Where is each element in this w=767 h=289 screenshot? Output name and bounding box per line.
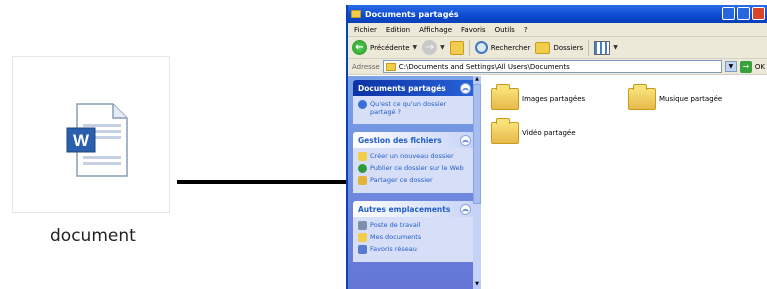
menu-affichage[interactable]: Affichage bbox=[419, 26, 452, 34]
task-link[interactable]: Mes documents bbox=[358, 233, 471, 242]
back-button[interactable]: ← Précédente ▼ bbox=[352, 40, 417, 55]
forward-arrow-icon: → bbox=[422, 40, 438, 55]
task-label: Partager ce dossier bbox=[370, 176, 433, 184]
share-folder-icon bbox=[358, 176, 367, 185]
task-label: Créer un nouveau dossier bbox=[370, 152, 454, 160]
close-button[interactable] bbox=[752, 7, 765, 20]
go-label[interactable]: OK bbox=[755, 63, 767, 71]
content-area: Documents partagés ︽ Qu'est ce qu'un dos… bbox=[348, 76, 767, 289]
views-icon bbox=[594, 40, 611, 55]
folder-label: Vidéo partagée bbox=[522, 129, 576, 137]
document-tile[interactable]: W bbox=[12, 56, 170, 213]
collapse-chevron-icon[interactable]: ︽ bbox=[460, 203, 471, 215]
panel-header[interactable]: Gestion des fichiers ︽ bbox=[353, 132, 476, 148]
task-label: Mes documents bbox=[370, 233, 422, 241]
chevron-down-icon: ▼ bbox=[613, 44, 618, 51]
collapse-chevron-icon[interactable]: ︽ bbox=[460, 134, 471, 146]
panel-gestion-fichiers: Gestion des fichiers ︽ Créer un nouveau … bbox=[353, 132, 476, 193]
address-dropdown-button[interactable]: ▼ bbox=[724, 61, 737, 72]
maximize-button[interactable] bbox=[737, 7, 750, 20]
panel-title: Documents partagés bbox=[358, 83, 446, 93]
toolbar-separator bbox=[588, 39, 590, 56]
search-label: Rechercher bbox=[490, 43, 531, 52]
folder-icon bbox=[385, 62, 396, 71]
menu-edition[interactable]: Edition bbox=[386, 26, 410, 34]
folder-item[interactable]: Musique partagée bbox=[628, 84, 723, 110]
window-title: Documents partagés bbox=[365, 9, 459, 19]
back-label: Précédente bbox=[370, 43, 410, 52]
search-icon bbox=[474, 41, 488, 54]
task-link[interactable]: Créer un nouveau dossier bbox=[358, 152, 471, 161]
help-icon bbox=[358, 100, 367, 109]
network-places-icon bbox=[358, 245, 367, 254]
task-link[interactable]: Publier ce dossier sur le Web bbox=[358, 164, 471, 173]
panel-body: Poste de travail Mes documents Favoris r… bbox=[353, 217, 476, 262]
task-link[interactable]: Partager ce dossier bbox=[358, 176, 471, 185]
scroll-down-icon[interactable]: ▼ bbox=[473, 281, 481, 289]
collapse-chevron-icon[interactable]: ︽ bbox=[460, 82, 471, 94]
toolbar-separator bbox=[468, 39, 470, 56]
search-button[interactable]: Rechercher bbox=[474, 41, 531, 54]
panel-autres-emplacements: Autres emplacements ︽ Poste de travail M… bbox=[353, 201, 476, 262]
panel-header[interactable]: Documents partagés ︽ bbox=[353, 80, 476, 96]
title-bar[interactable]: Documents partagés bbox=[348, 5, 767, 23]
task-label: Publier ce dossier sur le Web bbox=[370, 164, 464, 172]
folders-button[interactable]: Dossiers bbox=[535, 41, 584, 54]
folder-label: Images partagées bbox=[522, 95, 586, 103]
forward-button[interactable]: → ▼ bbox=[422, 40, 445, 55]
menu-help[interactable]: ? bbox=[524, 26, 528, 34]
folder-up-icon[interactable] bbox=[449, 40, 464, 55]
panel-body: Créer un nouveau dossier Publier ce doss… bbox=[353, 148, 476, 193]
chevron-down-icon: ▼ bbox=[412, 44, 418, 51]
folders-icon bbox=[535, 41, 551, 54]
task-link[interactable]: Favoris réseau bbox=[358, 245, 471, 254]
panel-header[interactable]: Autres emplacements ︽ bbox=[353, 201, 476, 217]
my-documents-icon bbox=[358, 233, 367, 242]
menu-fichier[interactable]: Fichier bbox=[354, 26, 377, 34]
go-arrow-icon[interactable]: → bbox=[739, 60, 752, 73]
panel-documents-partages: Documents partagés ︽ Qu'est ce qu'un dos… bbox=[353, 80, 476, 124]
panel-body: Qu'est ce qu'un dossier partagé ? bbox=[353, 96, 476, 124]
computer-icon bbox=[358, 221, 367, 230]
address-bar: Adresse C:\Documents and Settings\All Us… bbox=[348, 59, 767, 75]
panel-title: Autres emplacements bbox=[358, 204, 451, 214]
address-input[interactable]: C:\Documents and Settings\All Users\Docu… bbox=[382, 60, 722, 73]
task-link[interactable]: Poste de travail bbox=[358, 221, 471, 230]
folder-icon bbox=[351, 10, 361, 18]
back-arrow-icon: ← bbox=[352, 40, 367, 55]
chevron-down-icon: ▼ bbox=[440, 44, 445, 51]
task-label: Poste de travail bbox=[370, 221, 421, 229]
folders-label: Dossiers bbox=[553, 43, 584, 52]
shared-music-folder-icon bbox=[628, 84, 656, 110]
task-label: Favoris réseau bbox=[370, 245, 417, 253]
task-label: Qu'est ce qu'un dossier partagé ? bbox=[370, 100, 447, 116]
task-pane-scrollbar[interactable]: ▲ ▼ bbox=[473, 76, 481, 289]
shared-video-folder-icon bbox=[491, 118, 519, 144]
new-folder-icon bbox=[358, 152, 367, 161]
scroll-up-icon[interactable]: ▲ bbox=[473, 76, 481, 84]
explorer-window: Documents partagés Fichier Edition Affic… bbox=[346, 5, 767, 289]
document-label: document bbox=[50, 226, 136, 246]
task-link[interactable]: Qu'est ce qu'un dossier partagé ? bbox=[358, 100, 471, 116]
menu-outils[interactable]: Outils bbox=[495, 26, 515, 34]
task-pane: Documents partagés ︽ Qu'est ce qu'un dos… bbox=[348, 76, 481, 289]
toolbar: ← Précédente ▼ → ▼ Rechercher Dossiers ▼ bbox=[348, 37, 767, 59]
file-view: Images partagées Musique partagée Vidéo … bbox=[481, 76, 767, 289]
folder-item[interactable]: Images partagées bbox=[491, 84, 586, 110]
window-controls bbox=[722, 7, 765, 20]
address-label: Adresse bbox=[352, 62, 380, 71]
panel-title: Gestion des fichiers bbox=[358, 135, 442, 145]
word-document-icon: W bbox=[66, 103, 128, 177]
shared-pictures-folder-icon bbox=[491, 84, 519, 110]
menu-favoris[interactable]: Favoris bbox=[461, 26, 486, 34]
web-publish-icon bbox=[358, 164, 367, 173]
views-button[interactable]: ▼ bbox=[594, 40, 618, 55]
scroll-thumb[interactable] bbox=[473, 84, 481, 204]
menu-bar: Fichier Edition Affichage Favoris Outils… bbox=[348, 23, 767, 37]
minimize-button[interactable] bbox=[722, 7, 735, 20]
svg-text:W: W bbox=[73, 131, 90, 150]
folder-label: Musique partagée bbox=[659, 95, 723, 103]
folder-item[interactable]: Vidéo partagée bbox=[491, 118, 576, 144]
address-value: C:\Documents and Settings\All Users\Docu… bbox=[398, 62, 570, 71]
